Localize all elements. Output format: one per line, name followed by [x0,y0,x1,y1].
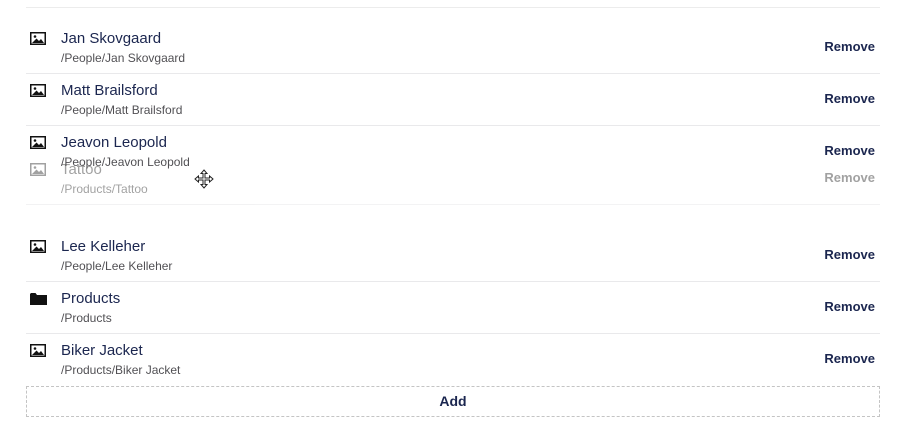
picture-icon [30,240,46,254]
list-item[interactable]: Biker Jacket /Products/Biker Jacket Remo… [26,334,880,386]
add-button[interactable]: Add [26,386,880,417]
remove-button[interactable]: Remove [824,39,875,54]
item-name: Products [61,290,121,307]
item-path: /Products/Tattoo [61,182,148,196]
remove-button[interactable]: Remove [824,351,875,366]
item-name: Jeavon Leopold [61,134,167,151]
list-top-divider [26,7,880,8]
item-name: Biker Jacket [61,342,143,359]
item-path: /Products/Biker Jacket [61,363,181,377]
picture-icon [30,32,46,46]
move-cursor-icon [194,169,214,189]
drop-placeholder [26,205,880,231]
picture-icon [30,136,46,150]
list-item[interactable]: Lee Kelleher /People/Lee Kelleher Remove [26,230,880,282]
dragging-item[interactable]: Tattoo /Products/Tattoo Remove [26,153,880,205]
item-path: /People/Matt Brailsford [61,103,183,117]
item-name: Jan Skovgaard [61,30,162,47]
list-item[interactable]: Products /Products Remove [26,282,880,334]
list-item[interactable]: Matt Brailsford /People/Matt Brailsford … [26,74,880,126]
remove-button[interactable]: Remove [824,299,875,314]
item-path: /People/Jan Skovgaard [61,51,186,65]
item-path: /People/Lee Kelleher [61,259,173,273]
remove-button[interactable]: Remove [824,91,875,106]
folder-icon [30,292,47,306]
picture-icon [30,84,46,98]
item-path: /Products [61,311,112,325]
item-name: Tattoo [61,161,102,178]
picture-icon [30,344,46,358]
item-name: Lee Kelleher [61,238,146,255]
remove-button[interactable]: Remove [824,170,875,185]
list-item[interactable]: Jan Skovgaard /People/Jan Skovgaard Remo… [26,22,880,74]
remove-button[interactable]: Remove [824,247,875,262]
picture-icon [30,163,46,177]
item-name: Matt Brailsford [61,82,158,99]
